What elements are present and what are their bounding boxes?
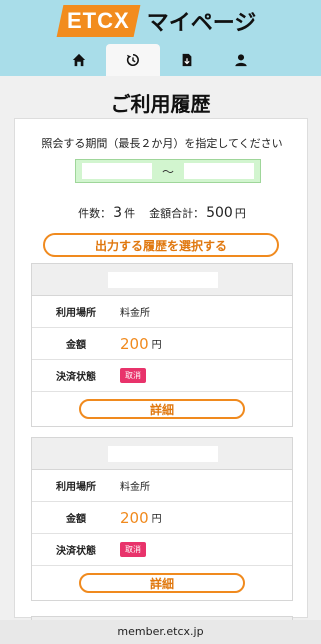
- card-header: [32, 264, 292, 296]
- amount-value: 200: [120, 334, 149, 353]
- tab-bar: [52, 44, 268, 76]
- count-label: 件数：: [78, 207, 112, 220]
- amount-label: 金額: [66, 514, 86, 525]
- amount-row: 金額 200 円: [32, 502, 292, 534]
- status-row: 決済状態 取消: [32, 360, 292, 392]
- status-label: 決済状態: [56, 546, 96, 557]
- detail-button[interactable]: 詳細: [79, 573, 245, 593]
- place-label: 利用場所: [56, 482, 96, 493]
- tab-account[interactable]: [214, 44, 268, 76]
- card-date: [108, 272, 218, 288]
- place-row: 利用場所 料金所: [32, 470, 292, 502]
- place-value: 料金所: [120, 308, 150, 319]
- address-bar: member.etcx.jp: [0, 620, 321, 644]
- select-history-button[interactable]: 出力する履歴を選択する: [43, 233, 279, 257]
- detail-button[interactable]: 詳細: [79, 399, 245, 419]
- detail-row: 詳細: [32, 392, 292, 426]
- status-row: 決済状態 取消: [32, 534, 292, 566]
- history-card: 利用場所 料金所 金額 200 円 決済状態 取消 詳細: [31, 263, 293, 427]
- mypage-title: マイページ: [146, 11, 257, 36]
- card-header: [32, 438, 292, 470]
- place-row: 利用場所 料金所: [32, 296, 292, 328]
- card-date: [108, 446, 218, 462]
- page-title: ご利用履歴: [110, 92, 211, 116]
- home-icon: [72, 53, 86, 67]
- amount-label: 金額: [66, 340, 86, 351]
- count-unit: 件: [124, 207, 136, 220]
- tab-history[interactable]: [106, 44, 160, 76]
- place-label: 利用場所: [56, 308, 96, 319]
- end-date-input[interactable]: [183, 163, 254, 179]
- total-label: 金額合計：: [149, 207, 205, 220]
- period-label: 照会する期間（最長２か月）を指定してください: [41, 137, 283, 150]
- range-separator: 〜: [161, 164, 174, 179]
- status-label: 決済状態: [56, 372, 96, 383]
- total-value: 500: [206, 205, 233, 221]
- amount-unit: 円: [151, 514, 162, 525]
- etcx-logo: ETCX: [56, 5, 141, 37]
- logo-text: ETCX: [67, 8, 130, 33]
- total-unit: 円: [234, 207, 246, 220]
- place-value: 料金所: [120, 482, 150, 493]
- detail-row: 詳細: [32, 566, 292, 600]
- tab-documents[interactable]: [160, 44, 214, 76]
- amount-unit: 円: [151, 340, 162, 351]
- history-icon: [126, 53, 139, 67]
- document-icon: [182, 53, 192, 67]
- status-badge: 取消: [120, 542, 146, 557]
- header: ETCX マイページ: [0, 0, 321, 76]
- amount-row: 金額 200 円: [32, 328, 292, 360]
- amount-value: 200: [120, 508, 149, 527]
- summary: 件数： 3 件 金額合計： 500 円: [15, 205, 309, 221]
- start-date-input[interactable]: [82, 163, 152, 179]
- status-badge: 取消: [120, 368, 146, 383]
- count-value: 3: [113, 205, 123, 221]
- tab-home[interactable]: [52, 44, 106, 76]
- user-icon: [235, 54, 247, 67]
- history-card: 利用場所 料金所 金額 200 円 決済状態 取消 詳細: [31, 437, 293, 601]
- date-range: 〜: [75, 159, 261, 183]
- history-panel: 照会する期間（最長２か月）を指定してください 〜 件数： 3 件 金額合計： 500 円…: [14, 118, 309, 622]
- logo: ETCX マイページ: [56, 4, 257, 38]
